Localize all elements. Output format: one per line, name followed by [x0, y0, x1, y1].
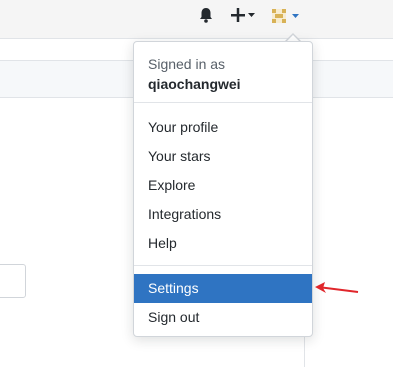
dropdown-divider [134, 102, 312, 103]
background-input [0, 264, 26, 298]
annotation-arrow-icon [315, 282, 359, 293]
dropdown-header: Signed in as qiaochangwei [134, 42, 312, 102]
user-dropdown-menu: Signed in as qiaochangwei Your profile Y… [133, 41, 313, 337]
avatar-menu-button[interactable] [271, 6, 307, 24]
menu-item-explore[interactable]: Explore [134, 171, 312, 200]
signed-in-label: Signed in as [148, 56, 226, 72]
top-header [0, 0, 393, 39]
new-menu-button[interactable] [229, 6, 259, 24]
dropdown-divider [134, 265, 312, 266]
menu-item-help[interactable]: Help [134, 229, 312, 258]
menu-item-your-profile[interactable]: Your profile [134, 113, 312, 142]
menu-item-settings[interactable]: Settings [134, 274, 312, 303]
menu-item-your-stars[interactable]: Your stars [134, 142, 312, 171]
menu-item-sign-out[interactable]: Sign out [134, 303, 312, 332]
menu-item-integrations[interactable]: Integrations [134, 200, 312, 229]
bell-icon[interactable] [197, 6, 215, 24]
avatar [272, 9, 299, 23]
username: qiaochangwei [148, 76, 241, 92]
